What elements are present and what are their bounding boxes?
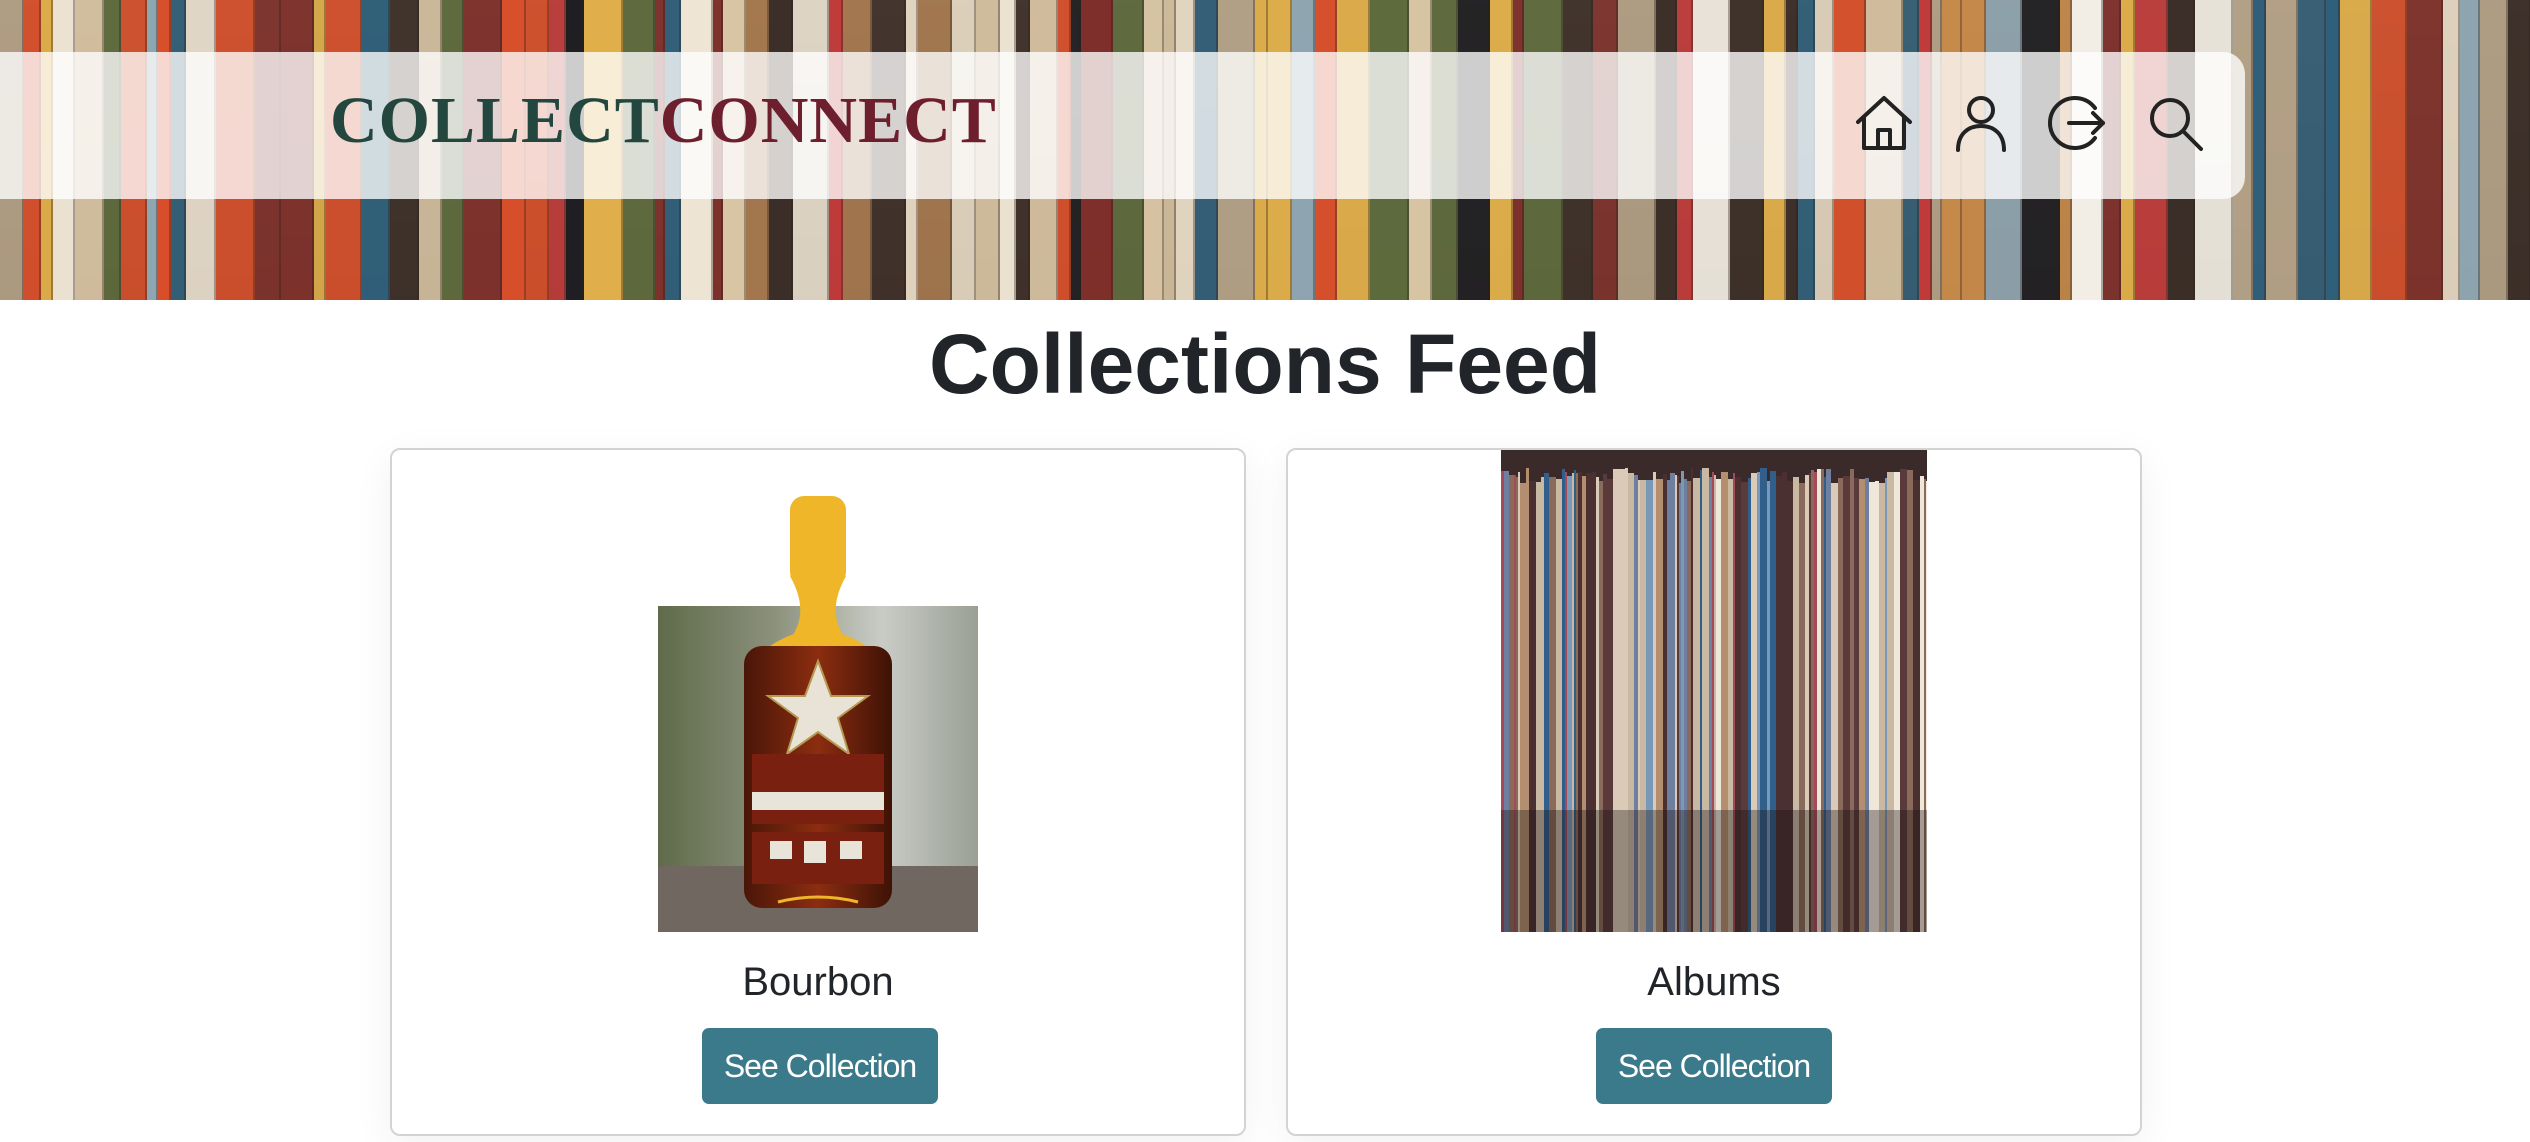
page-title: Collections Feed: [928, 317, 1602, 411]
collection-card-albums: Albums See Collection: [1286, 448, 2142, 1136]
logo-text-connect: CONNECT: [659, 84, 997, 157]
home-icon[interactable]: [1853, 92, 1915, 154]
see-collection-button-albums[interactable]: See Collection: [1596, 1028, 1832, 1104]
see-collection-button-bourbon[interactable]: See Collection: [702, 1028, 938, 1104]
card-title-albums: Albums: [1647, 960, 1781, 1004]
collection-card-bourbon: Bourbon See Collection: [390, 448, 1246, 1136]
logout-icon[interactable]: [2047, 92, 2109, 154]
search-icon[interactable]: [2144, 92, 2206, 154]
vinyl-records-photo: [1501, 450, 1927, 932]
user-icon[interactable]: [1950, 92, 2012, 154]
logo-text-collect: COLLECT: [330, 84, 660, 157]
card-title-bourbon: Bourbon: [742, 960, 894, 1004]
site-logo[interactable]: COLLECTCONNECT: [330, 88, 997, 154]
bourbon-bottle-photo: [658, 496, 978, 932]
